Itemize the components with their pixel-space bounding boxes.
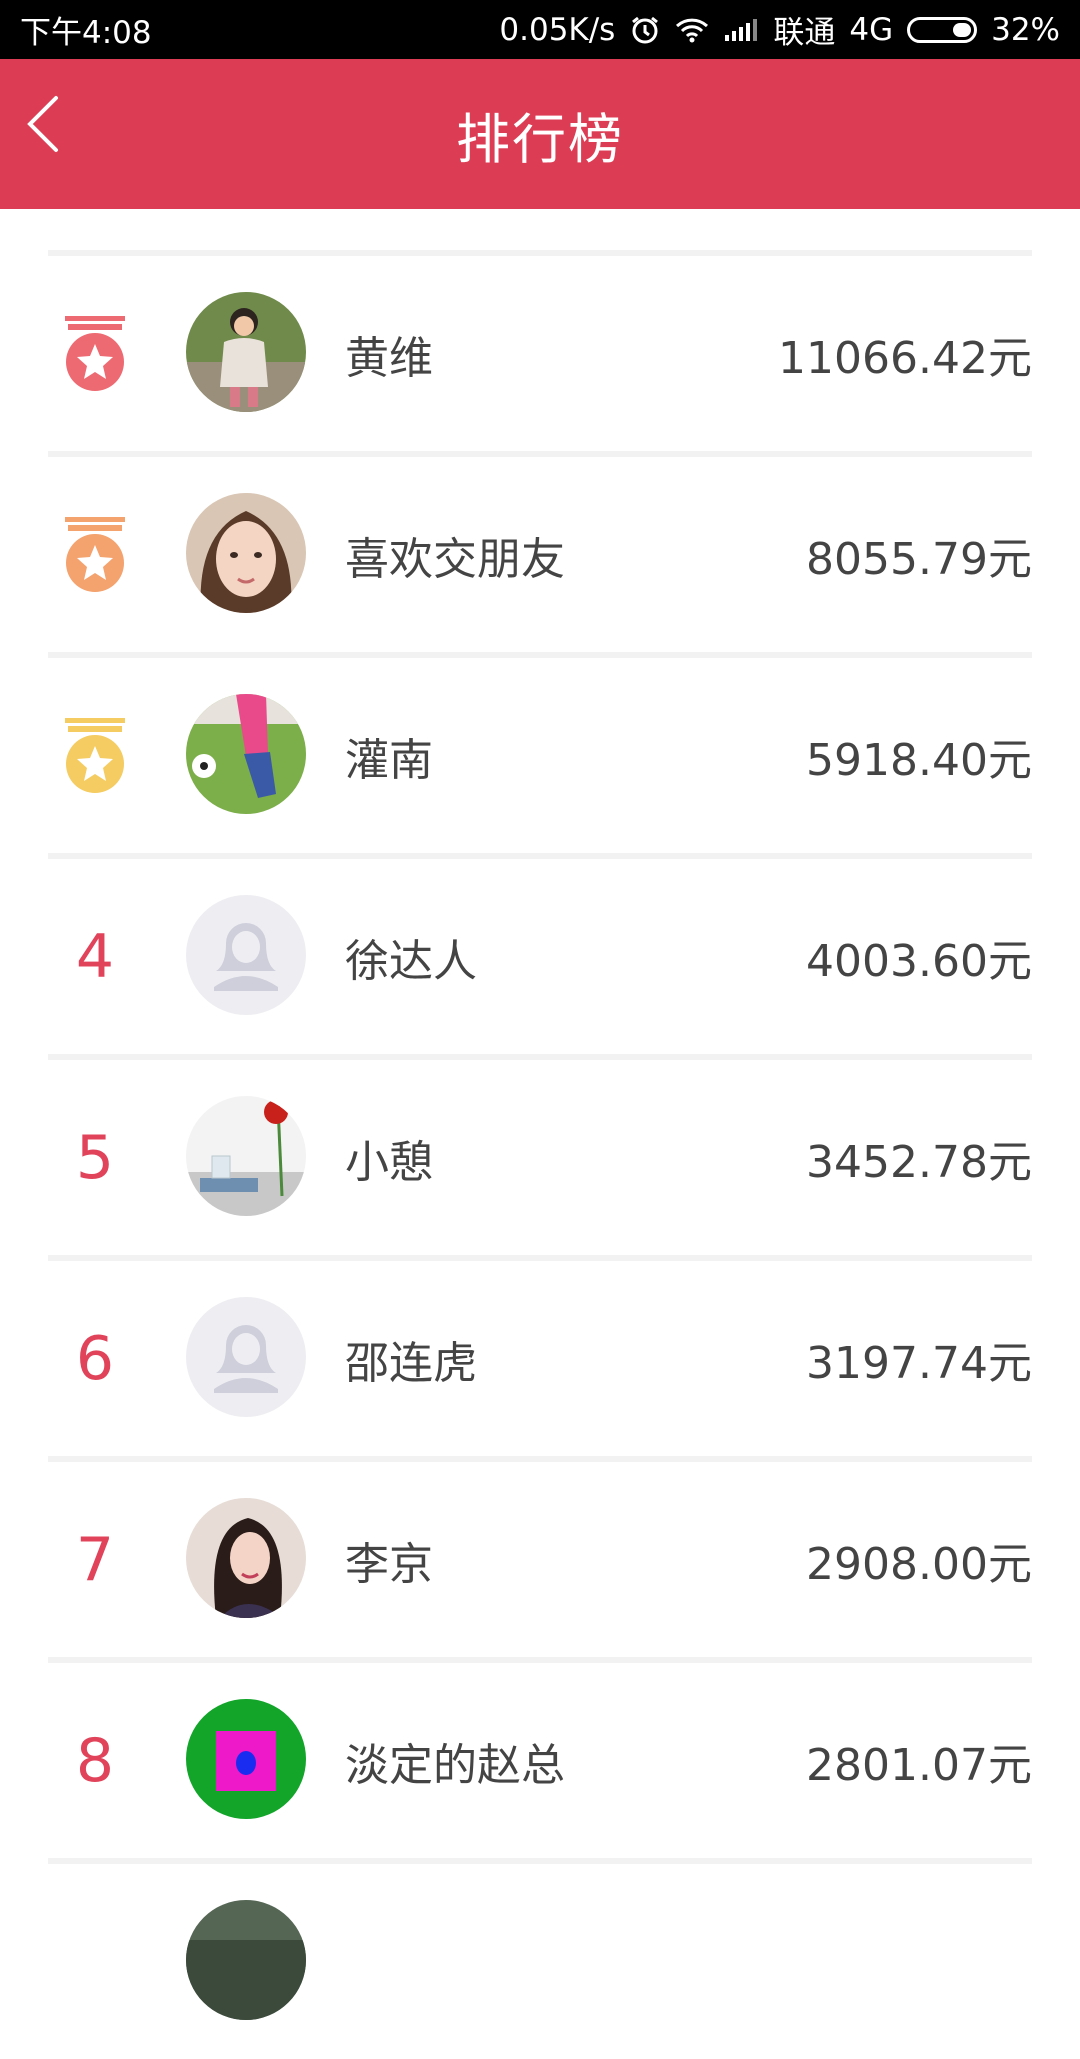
default-avatar-icon [186, 895, 306, 1015]
user-amount: 3197.74元 [806, 1337, 1032, 1389]
leaderboard-list: 黄维 11066.42元 喜欢交朋友 8055.79元 灌南 5918.40元 … [48, 250, 1032, 2059]
default-avatar-icon [186, 1297, 306, 1417]
user-amount: 2801.07元 [806, 1739, 1032, 1791]
user-amount: 11066.42元 [778, 332, 1032, 384]
third-place-medal-icon [65, 717, 125, 793]
rank-medal-bronze [48, 658, 142, 853]
user-amount: 3452.78元 [806, 1136, 1032, 1188]
user-name: 黄维 [345, 332, 433, 384]
user-amount: 5918.40元 [806, 734, 1032, 786]
avatar[interactable] [186, 1096, 306, 1216]
back-button[interactable] [22, 89, 92, 159]
user-amount: 4003.60元 [806, 935, 1032, 987]
first-place-medal-icon [65, 315, 125, 391]
avatar[interactable] [186, 292, 306, 412]
status-bar: 下午4:08 0.05K/s 联通 4G 32% [0, 0, 1080, 59]
user-name: 灌南 [345, 734, 433, 786]
user-name: 徐达人 [345, 935, 477, 987]
alarm-icon [629, 14, 661, 46]
user-amount: 2908.00元 [806, 1538, 1032, 1590]
pattern-avatar-icon [186, 1699, 306, 1819]
photo-avatar-icon [186, 292, 306, 412]
rank-number: 6 [75, 1323, 115, 1394]
status-time: 下午4:08 [20, 15, 152, 51]
avatar[interactable] [186, 895, 306, 1015]
leaderboard-row[interactable]: 5 小憩 3452.78元 [48, 1054, 1032, 1255]
leaderboard-row[interactable]: 4 徐达人 4003.60元 [48, 853, 1032, 1054]
status-indicators: 0.05K/s 联通 4G 32% [499, 7, 1060, 52]
battery-icon [907, 16, 978, 43]
page-title: 排行榜 [456, 107, 624, 171]
avatar[interactable] [186, 493, 306, 613]
photo-avatar-icon [186, 493, 306, 613]
app-header: 排行榜 [0, 59, 1080, 209]
wifi-icon [675, 16, 709, 44]
second-place-medal-icon [65, 516, 125, 592]
photo-avatar-icon [186, 1498, 306, 1618]
user-name: 李京 [345, 1538, 433, 1590]
user-name: 喜欢交朋友 [345, 533, 565, 585]
leaderboard-row[interactable]: 7 李京 2908.00元 [48, 1456, 1032, 1657]
user-name: 邵连虎 [345, 1337, 477, 1389]
rank-number: 4 [75, 921, 115, 992]
avatar[interactable] [186, 1297, 306, 1417]
user-name: 淡定的赵总 [345, 1739, 565, 1791]
avatar[interactable] [186, 1900, 306, 2020]
user-name: 小憩 [345, 1136, 433, 1188]
avatar[interactable] [186, 1699, 306, 1819]
network-speed: 0.05K/s [499, 11, 616, 48]
carrier-name: 联通 [773, 15, 836, 51]
battery-level: 32% [991, 11, 1060, 48]
photo-avatar-icon [186, 1900, 306, 2020]
photo-avatar-icon [186, 1096, 306, 1216]
avatar[interactable] [186, 694, 306, 814]
chevron-left-icon [27, 96, 58, 152]
leaderboard-row[interactable]: 8 淡定的赵总 2801.07元 [48, 1657, 1032, 1858]
leaderboard-row[interactable]: 喜欢交朋友 8055.79元 [48, 451, 1032, 652]
rank-number: 7 [75, 1524, 115, 1595]
leaderboard-row[interactable]: 黄维 11066.42元 [48, 250, 1032, 451]
leaderboard-row[interactable]: 灌南 5918.40元 [48, 652, 1032, 853]
avatar[interactable] [186, 1498, 306, 1618]
rank-medal-silver [48, 457, 142, 652]
rank-number: 5 [75, 1122, 115, 1193]
leaderboard-row-partial[interactable] [48, 1858, 1032, 2059]
user-amount: 8055.79元 [806, 533, 1032, 585]
leaderboard-row[interactable]: 6 邵连虎 3197.74元 [48, 1255, 1032, 1456]
network-type: 4G [849, 11, 894, 48]
signal-icon [723, 17, 759, 43]
rank-number: 8 [75, 1725, 115, 1796]
photo-avatar-icon [186, 694, 306, 814]
rank-medal-gold [48, 256, 142, 451]
